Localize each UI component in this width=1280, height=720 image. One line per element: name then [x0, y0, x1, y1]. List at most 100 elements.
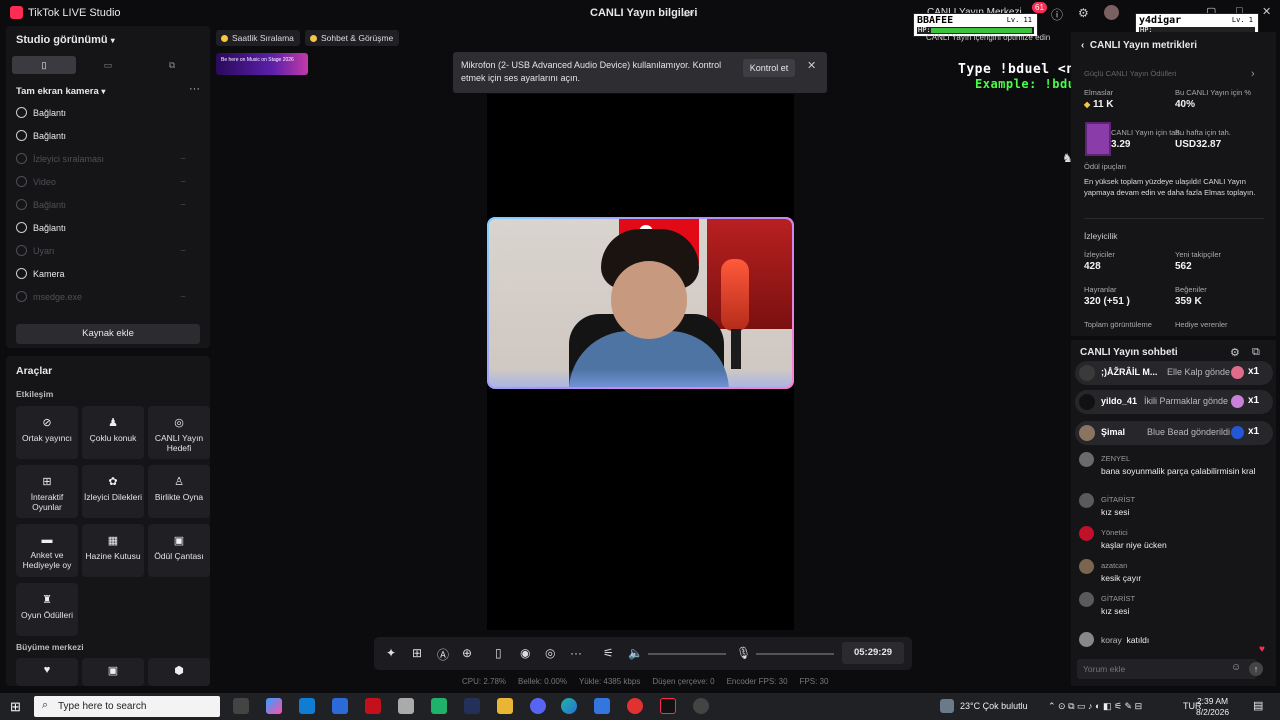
- event-banner[interactable]: Be here on Music on Stage 2026: [216, 53, 308, 75]
- add-source-button[interactable]: Kaynak ekle: [16, 324, 200, 344]
- tiktok-taskbar-icon[interactable]: [660, 698, 676, 714]
- record-icon[interactable]: ◉: [520, 646, 530, 660]
- notifications-icon[interactable]: ▤: [1253, 699, 1263, 712]
- popout-icon[interactable]: ⧉: [1252, 346, 1260, 359]
- chat-username[interactable]: GİTARİST: [1101, 495, 1135, 504]
- tool-button[interactable]: ▦ Hazine Kutusu: [82, 524, 144, 577]
- mail-icon[interactable]: [332, 698, 348, 714]
- studio-view-title[interactable]: Studio görünümü ▾: [16, 34, 115, 46]
- hidden-eye-icon[interactable]: ⌣: [180, 245, 186, 256]
- share-icon[interactable]: ⤻: [681, 6, 694, 21]
- phone-icon[interactable]: ▯: [495, 646, 502, 660]
- hourly-ranking-chip[interactable]: Saatlik Sıralama: [216, 30, 300, 46]
- scene-title[interactable]: Tam ekran kamera ▾: [16, 86, 105, 97]
- settings-gear-icon[interactable]: ⚙: [1078, 6, 1089, 20]
- edge-icon[interactable]: [561, 698, 577, 714]
- store-icon[interactable]: [299, 698, 315, 714]
- app-green-icon[interactable]: [431, 698, 447, 714]
- gift-sender[interactable]: yildo_41: [1101, 396, 1137, 406]
- app-circle-icon[interactable]: [693, 698, 709, 714]
- enhance-icon[interactable]: ⊞: [412, 646, 422, 660]
- gift-sender[interactable]: ;)ÅŽRÂİL M...: [1101, 367, 1157, 377]
- source-item[interactable]: Bağlantı ⌣: [16, 198, 196, 214]
- source-label: Bağlantı: [33, 200, 67, 210]
- chat-call-chip[interactable]: Sohbet & Görüşme: [305, 30, 400, 46]
- chat-username[interactable]: Yönetici: [1101, 528, 1128, 537]
- source-item[interactable]: msedge.exe ⌣: [16, 290, 196, 306]
- tool-button[interactable]: ◎ CANLI Yayın Hedefi: [148, 406, 210, 459]
- weather-text[interactable]: 23°C Çok bulutlu: [960, 701, 1028, 711]
- file-explorer-icon[interactable]: [497, 698, 513, 714]
- send-icon[interactable]: ↑: [1249, 662, 1263, 676]
- source-type-icon: [16, 199, 27, 210]
- close-window-icon[interactable]: ✕: [1262, 5, 1271, 18]
- screen-capture-icon[interactable]: ⊕: [462, 646, 472, 660]
- dual-view-icon[interactable]: ⧉: [140, 56, 204, 74]
- tool-button[interactable]: ✿ İzleyici Dilekleri: [82, 465, 144, 518]
- tool-button[interactable]: ▬ Anket ve Hediyeyle oy: [16, 524, 78, 577]
- close-icon[interactable]: ✕: [807, 59, 816, 72]
- growth-tool-1[interactable]: ♥: [16, 658, 78, 686]
- microphone-icon[interactable]: 🎙: [736, 646, 751, 660]
- source-item[interactable]: Video ⌣: [16, 175, 196, 191]
- app-dark-icon[interactable]: [464, 698, 480, 714]
- source-item[interactable]: Uyarı ⌣: [16, 244, 196, 260]
- chat-username[interactable]: azatcan: [1101, 561, 1127, 570]
- more-icon[interactable]: ···: [570, 646, 582, 660]
- settings-sliders-icon[interactable]: ⚟: [603, 646, 614, 660]
- help-icon[interactable]: ⓘ: [1051, 6, 1063, 23]
- ai-icon[interactable]: Ⓐ: [437, 646, 449, 663]
- hidden-eye-icon[interactable]: ⌣: [180, 176, 186, 187]
- app-red-icon[interactable]: [365, 698, 381, 714]
- speaker-volume-slider[interactable]: [648, 653, 726, 655]
- portrait-view-icon[interactable]: ▯: [12, 56, 76, 74]
- source-item[interactable]: Kamera: [16, 267, 196, 283]
- tool-label: İnteraktif Oyunlar: [30, 492, 64, 512]
- gift-sender[interactable]: Şimal: [1101, 427, 1125, 437]
- tool-button[interactable]: ♙ Birlikte Oyna: [148, 465, 210, 518]
- taskbar-clock[interactable]: 2:39 AM 8/2/2026: [1196, 696, 1229, 718]
- mic-volume-slider[interactable]: [756, 653, 834, 655]
- chat-settings-icon[interactable]: ⚙: [1230, 346, 1240, 359]
- growth-tool-2[interactable]: ▣: [82, 658, 144, 686]
- hidden-eye-icon[interactable]: ⌣: [180, 291, 186, 302]
- emoji-icon[interactable]: ☺: [1231, 662, 1241, 673]
- magic-effects-icon[interactable]: ✦: [386, 646, 396, 660]
- app-red-round-icon[interactable]: [627, 698, 643, 714]
- back-arrow-icon[interactable]: ‹: [1081, 40, 1084, 51]
- app-blue-icon[interactable]: [594, 698, 610, 714]
- growth-tool-3[interactable]: ⬢: [148, 658, 210, 686]
- metrics-title[interactable]: ‹ CANLI Yayın metrikleri: [1081, 40, 1197, 51]
- tool-button[interactable]: ⊘ Ortak yayıncı: [16, 406, 78, 459]
- replay-icon[interactable]: ◎: [545, 646, 555, 660]
- hidden-eye-icon[interactable]: ⌣: [180, 153, 186, 164]
- speaker-icon[interactable]: 🔈: [628, 646, 643, 660]
- tool-button[interactable]: ▣ Ödül Çantası: [148, 524, 210, 577]
- profile-avatar[interactable]: [1104, 5, 1119, 20]
- discord-icon[interactable]: [530, 698, 546, 714]
- source-item[interactable]: Bağlantı: [16, 221, 196, 237]
- copilot-icon[interactable]: [266, 698, 282, 714]
- optimize-live-link[interactable]: CANLI Yayın içeriğini optimize edin: [926, 33, 1050, 42]
- windows-start-icon[interactable]: ⊞: [10, 699, 21, 715]
- chat-username[interactable]: ZENYEL: [1101, 454, 1130, 463]
- comment-input[interactable]: [1083, 662, 1223, 676]
- app-grey-icon[interactable]: [398, 698, 414, 714]
- task-view-icon[interactable]: [233, 698, 249, 714]
- chat-username[interactable]: GİTARİST: [1101, 594, 1135, 603]
- more-options-icon[interactable]: ···: [189, 83, 200, 95]
- source-label: Uyarı: [33, 246, 55, 256]
- tool-button[interactable]: ♜ Oyun Ödülleri: [16, 583, 78, 636]
- source-item[interactable]: Bağlantı: [16, 129, 196, 145]
- source-item[interactable]: Bağlantı: [16, 106, 196, 122]
- taskbar-search[interactable]: ⌕ Type here to search: [34, 696, 220, 717]
- tool-button[interactable]: ♟ Çoklu konuk: [82, 406, 144, 459]
- hidden-eye-icon[interactable]: ⌣: [180, 199, 186, 210]
- chevron-right-icon[interactable]: ›: [1251, 68, 1255, 80]
- tool-button[interactable]: ⊞ İnteraktif Oyunlar: [16, 465, 78, 518]
- source-item[interactable]: İzleyici sıralaması ⌣: [16, 152, 196, 168]
- system-tray-icons[interactable]: ⌃ ⊙ ⧉ ▭ ♪ ◐ ◧ ⚟ ✎ ⊟: [1048, 701, 1142, 712]
- weather-icon[interactable]: [940, 699, 954, 713]
- check-button[interactable]: Kontrol et: [743, 59, 795, 77]
- landscape-view-icon[interactable]: ▭: [76, 56, 140, 74]
